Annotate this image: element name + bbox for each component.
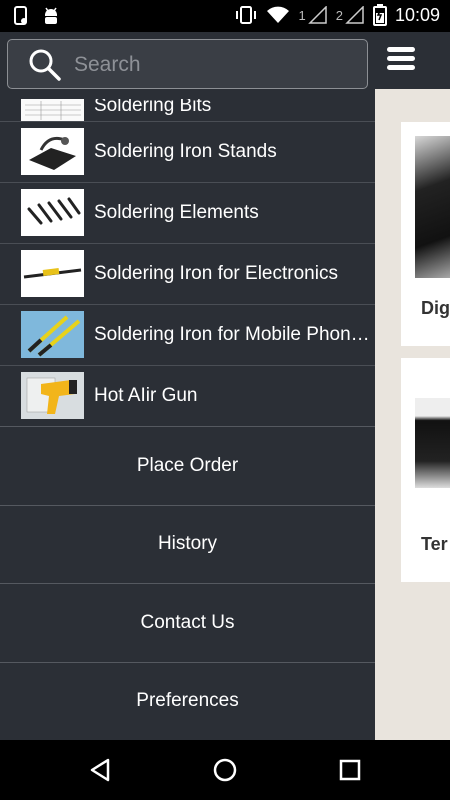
hot-air-gun-thumbnail	[21, 372, 84, 419]
history-button[interactable]: History	[0, 504, 375, 584]
product-image	[415, 398, 450, 488]
navigation-drawer: Soldering Bits Soldering Iron Stands	[0, 32, 375, 740]
soldering-bits-thumbnail	[21, 99, 84, 121]
category-item[interactable]: Soldering Iron for Electronics	[0, 244, 375, 305]
sim1-signal: 1	[298, 6, 327, 24]
category-item[interactable]: Soldering Iron for Mobile Phones	[0, 305, 375, 366]
search-icon	[29, 49, 61, 81]
electronics-iron-thumbnail	[21, 250, 84, 297]
drawer-menu: Place Order History Contact Us Preferenc…	[0, 426, 375, 740]
menu-icon[interactable]	[387, 44, 417, 74]
wifi-icon	[267, 6, 290, 23]
mobile-iron-thumbnail	[21, 311, 84, 358]
home-icon[interactable]	[210, 755, 240, 785]
sim1-label: 1	[298, 7, 306, 23]
category-item[interactable]: Soldering Elements	[0, 183, 375, 244]
place-order-button[interactable]: Place Order	[0, 426, 375, 505]
category-item[interactable]: Soldering Bits	[0, 99, 375, 122]
category-label: Hot AIir Gun	[94, 385, 198, 406]
recent-apps-icon[interactable]	[335, 755, 365, 785]
system-navigation-bar	[0, 740, 450, 800]
product-image	[415, 136, 450, 278]
product-card[interactable]: Ter	[401, 358, 450, 582]
android-notification-icon	[45, 7, 57, 24]
phone-vibrate-notification-icon	[14, 6, 27, 25]
search-input[interactable]	[74, 48, 354, 82]
product-card[interactable]: Dig	[401, 122, 450, 346]
contact-us-button[interactable]: Contact Us	[0, 583, 375, 662]
clock: 10:09	[394, 4, 440, 25]
category-label: Soldering Elements	[94, 202, 259, 223]
sim2-signal: 2	[336, 6, 365, 24]
preferences-button[interactable]: Preferences	[0, 661, 375, 741]
signal-icon	[345, 6, 364, 24]
category-list: Soldering Bits Soldering Iron Stands Sol…	[0, 99, 375, 427]
category-item[interactable]: Hot AIir Gun	[0, 366, 375, 427]
signal-icon	[307, 6, 327, 24]
back-icon[interactable]	[86, 755, 116, 785]
elements-thumbnail	[21, 189, 84, 236]
category-label: Soldering Iron for Mobile Phones	[94, 324, 370, 345]
vibrate-icon	[236, 6, 257, 24]
category-label: Soldering Bits	[94, 99, 212, 116]
category-label: Soldering Iron Stands	[94, 141, 277, 162]
category-item[interactable]: Soldering Iron Stands	[0, 122, 375, 183]
product-title: Ter	[421, 534, 448, 554]
product-title: Dig	[421, 298, 450, 318]
search-bar[interactable]	[7, 39, 368, 89]
category-label: Soldering Iron for Electronics	[94, 263, 338, 284]
iron-stand-thumbnail	[21, 128, 84, 175]
app-header	[375, 32, 450, 89]
status-bar: 1 2 10:09	[0, 0, 450, 32]
battery-icon	[372, 4, 387, 26]
sim2-label: 2	[335, 7, 343, 23]
